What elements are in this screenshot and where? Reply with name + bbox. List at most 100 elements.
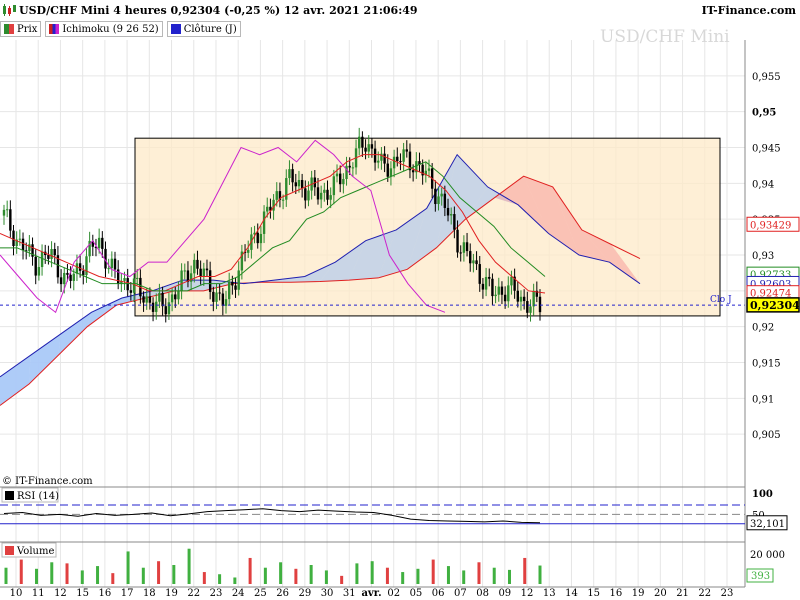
- x-tick-label: 26: [276, 588, 289, 599]
- candle-body: [516, 290, 519, 302]
- candle-body: [377, 160, 380, 163]
- volume-bar: [416, 568, 420, 584]
- legend-item-ichimoku[interactable]: Ichimoku (9 26 52): [45, 21, 163, 37]
- volume-bar: [50, 562, 54, 584]
- candle-body: [392, 156, 396, 169]
- candlestick-logo-icon: [3, 4, 16, 16]
- volume-bar: [202, 572, 206, 584]
- volume-swatch-icon: [5, 546, 14, 555]
- candle-body: [396, 156, 399, 162]
- candle-body: [101, 237, 104, 249]
- candle-body: [491, 278, 494, 297]
- candle-body: [196, 259, 199, 269]
- candle-body: [50, 249, 53, 259]
- legend-item-price[interactable]: Prix: [0, 21, 42, 37]
- candle-body: [266, 206, 269, 212]
- candle-body: [47, 254, 50, 259]
- volume-bar: [65, 563, 69, 584]
- candle-body: [519, 296, 523, 302]
- volume-bar: [157, 561, 161, 584]
- copyright: © IT-Finance.com: [2, 476, 93, 487]
- candle-body: [494, 294, 497, 297]
- candle-body: [323, 189, 326, 193]
- candle-body: [66, 272, 69, 275]
- candle-body: [503, 294, 507, 302]
- candle-body: [405, 149, 408, 152]
- x-tick-label: 06: [432, 588, 445, 599]
- legend-item-close[interactable]: Clôture (J): [166, 21, 241, 37]
- volume-bar: [324, 570, 328, 584]
- candle-body: [338, 173, 342, 185]
- x-tick-label: 12: [521, 588, 534, 599]
- candle-body: [161, 292, 164, 307]
- volume-bar: [401, 572, 405, 584]
- candle-body: [465, 242, 469, 252]
- candle-body: [319, 192, 323, 200]
- volume-bar: [507, 569, 511, 584]
- x-tick-label: 15: [76, 588, 89, 599]
- volume-bar: [446, 566, 450, 584]
- candle-body: [373, 148, 377, 163]
- candle-body: [136, 277, 139, 279]
- candle-body: [53, 249, 56, 256]
- candle-body: [107, 268, 110, 270]
- candle-body: [399, 161, 402, 163]
- rsi-title: RSI (14): [17, 491, 59, 502]
- candle-body: [437, 196, 440, 205]
- candle-body: [158, 292, 161, 302]
- volume-bar: [462, 570, 466, 584]
- candle-body: [456, 229, 459, 253]
- candle-body: [411, 170, 415, 173]
- y-tick-label: 0,91: [752, 394, 774, 405]
- candle-body: [151, 302, 155, 312]
- candle-body: [208, 270, 212, 292]
- volume-bar: [172, 565, 176, 584]
- volume-bar: [279, 562, 283, 584]
- x-tick-label: 13: [543, 588, 556, 599]
- x-tick-label: 24: [232, 588, 245, 599]
- x-tick-label: 31: [343, 588, 356, 599]
- x-tick-label: 18: [143, 588, 156, 599]
- volume-bar: [355, 563, 359, 584]
- candle-body: [507, 285, 510, 302]
- x-tick-label: 23: [721, 588, 734, 599]
- candle-body: [488, 276, 491, 279]
- candle-body: [288, 169, 291, 179]
- volume-title: Volume: [16, 546, 54, 557]
- x-tick-label: 16: [610, 588, 623, 599]
- candle-body: [34, 256, 37, 276]
- candle-body: [469, 251, 472, 264]
- y-tick-label: 0,93: [752, 251, 774, 262]
- x-tick-label: 17: [121, 588, 134, 599]
- volume-bar: [80, 570, 84, 584]
- candle-body: [12, 230, 15, 247]
- candle-body: [180, 270, 183, 291]
- volume-bar: [248, 557, 252, 584]
- rsi-tick-label: 100: [752, 489, 773, 500]
- candle-body: [510, 276, 513, 286]
- candle-body: [40, 251, 44, 268]
- candle-body: [69, 274, 72, 281]
- watermark: USD/CHF Mini: [600, 27, 730, 47]
- candle-body: [453, 214, 456, 230]
- candle-body: [402, 149, 405, 162]
- candle-body: [367, 144, 370, 152]
- volume-bar: [263, 567, 267, 584]
- candle-body: [202, 268, 206, 277]
- title-bar: USD/CHF Mini 4 heures 0,92304 (-0,25 %) …: [0, 0, 800, 20]
- candle-body: [478, 264, 481, 284]
- x-tick-label: 29: [298, 588, 311, 599]
- price-swatch-icon: [4, 24, 14, 34]
- candle-body: [155, 301, 158, 312]
- x-tick-label: 10: [10, 588, 23, 599]
- site-name[interactable]: IT-Finance.com: [702, 4, 800, 17]
- candle-body: [449, 214, 453, 216]
- candle-body: [364, 147, 367, 152]
- volume-bar: [233, 577, 237, 584]
- candle-body: [446, 207, 450, 216]
- candle-body: [167, 302, 171, 315]
- candle-body: [123, 278, 126, 281]
- volume-tick-label: 20 000: [750, 550, 785, 561]
- candle-body: [142, 296, 145, 303]
- candle-body: [304, 188, 307, 201]
